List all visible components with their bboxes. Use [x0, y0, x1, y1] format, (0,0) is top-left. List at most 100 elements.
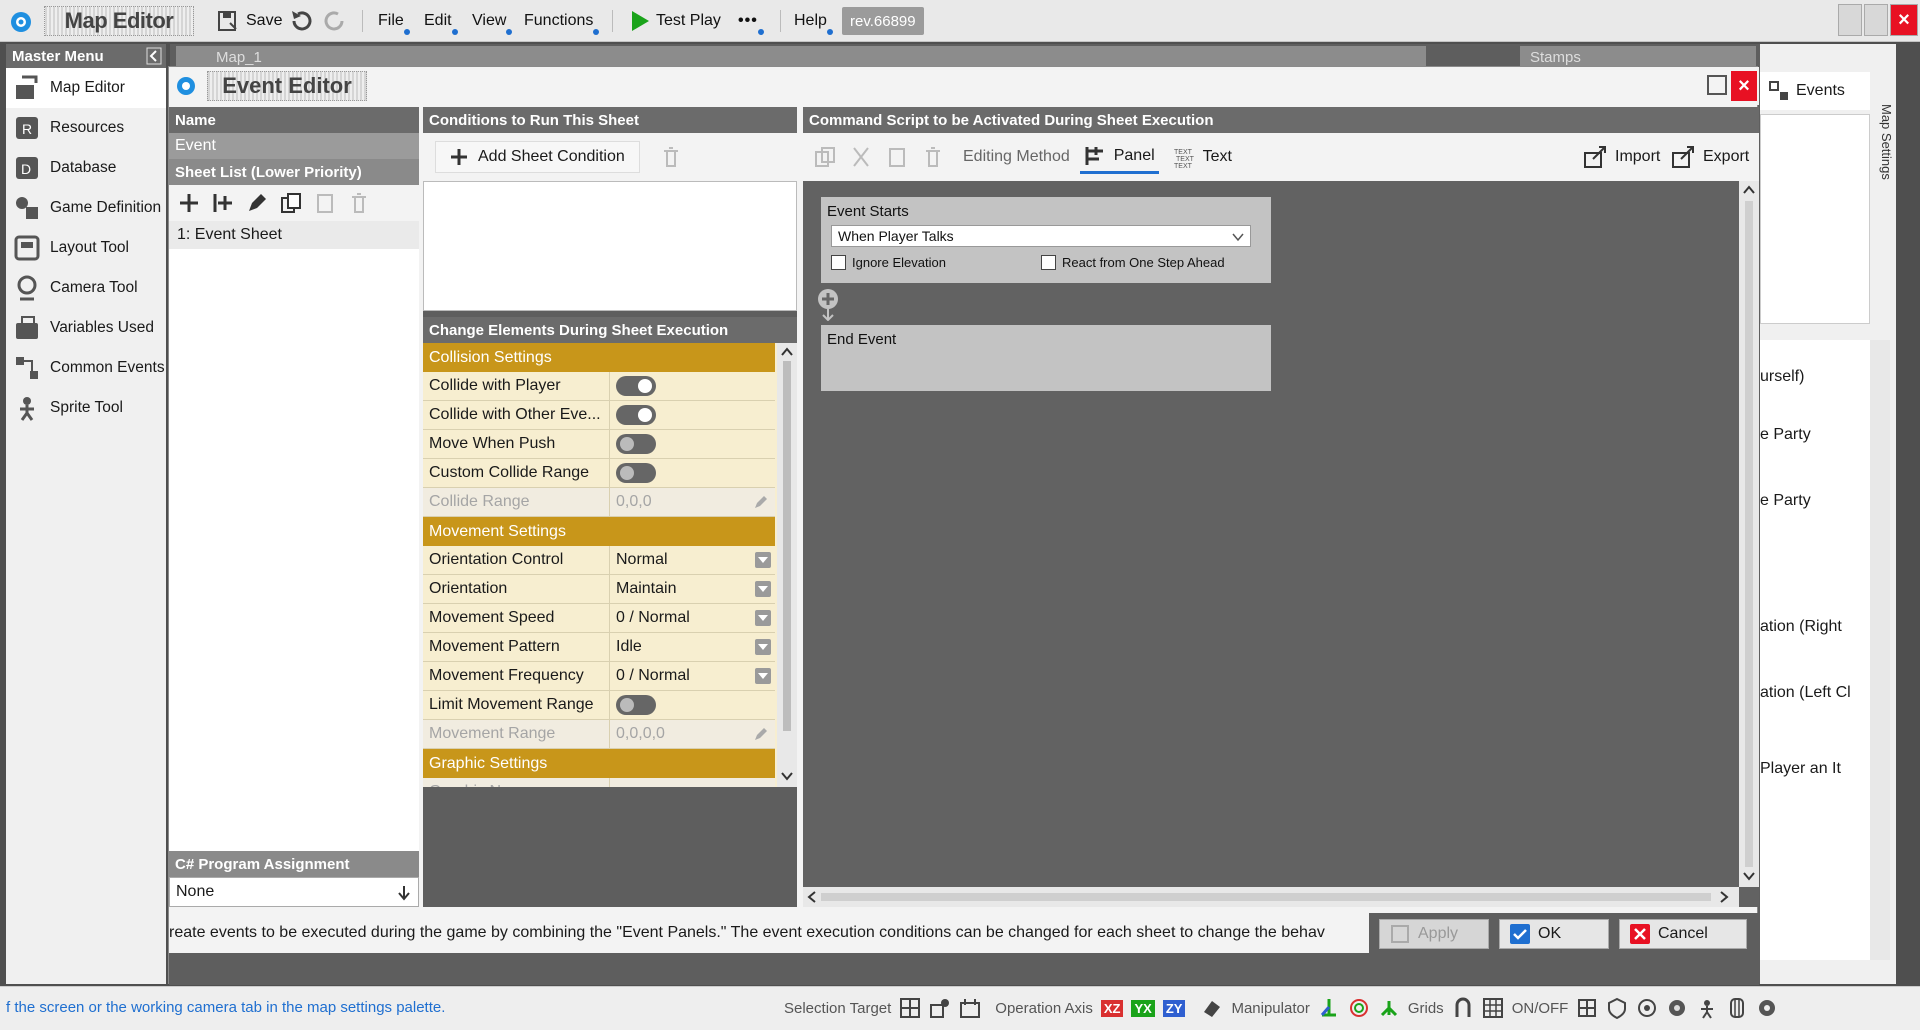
master-item-map-editor[interactable]: Map Editor: [6, 68, 166, 108]
scroll-up-icon[interactable]: [781, 347, 793, 357]
import-button[interactable]: Import: [1583, 141, 1660, 173]
more-button[interactable]: •••: [734, 6, 764, 36]
test-play-button[interactable]: Test Play: [626, 6, 725, 36]
csharp-program-select[interactable]: None: [169, 877, 419, 907]
events-scrollbar[interactable]: [1870, 340, 1890, 960]
script-vscrollbar[interactable]: [1739, 181, 1759, 887]
axis-zy-button[interactable]: ZY: [1162, 999, 1186, 1017]
save-button[interactable]: Save: [212, 6, 286, 36]
panel-mode-tab[interactable]: Panel: [1079, 140, 1159, 174]
maximize-button[interactable]: [1864, 4, 1888, 36]
camera-icon[interactable]: [1636, 997, 1658, 1019]
event-list-item[interactable]: e Party: [1760, 426, 1811, 444]
event-list-item[interactable]: ation (Left Cl: [1760, 684, 1870, 702]
menu-edit[interactable]: Edit: [420, 6, 458, 36]
minimize-button[interactable]: [1838, 4, 1862, 36]
scroll-down-icon[interactable]: [781, 771, 793, 781]
menu-view[interactable]: View: [468, 6, 513, 36]
container-icon[interactable]: [1726, 997, 1748, 1019]
end-event-panel[interactable]: End Event: [821, 325, 1271, 391]
axis-xz-button[interactable]: XZ: [1100, 999, 1124, 1017]
movement-settings-section[interactable]: Movement Settings: [423, 517, 775, 546]
scroll-right-icon[interactable]: [1719, 891, 1729, 903]
master-item-sprite-tool[interactable]: Sprite Tool: [6, 388, 166, 428]
editor-maximize-button[interactable]: [1707, 75, 1727, 95]
paste-sheet-icon[interactable]: [313, 191, 337, 215]
master-item-resources[interactable]: R Resources: [6, 108, 166, 148]
react-one-step-checkbox[interactable]: React from One Step Ahead: [1041, 255, 1225, 270]
axis-yx-button[interactable]: YX: [1131, 999, 1155, 1017]
select-object-icon[interactable]: [929, 997, 951, 1019]
move-manipulator-icon[interactable]: [1318, 997, 1340, 1019]
paste-icon[interactable]: [885, 145, 909, 169]
sheet-list-item[interactable]: 1: Event Sheet: [169, 221, 419, 249]
add-sheet-icon[interactable]: [177, 191, 201, 215]
apply-button[interactable]: Apply: [1379, 919, 1489, 949]
add-sheet-condition-button[interactable]: Add Sheet Condition: [435, 141, 640, 173]
ignore-elevation-checkbox[interactable]: Ignore Elevation: [831, 255, 946, 270]
event-list-item[interactable]: urself): [1760, 368, 1804, 386]
redo-icon[interactable]: [322, 9, 348, 33]
delete-panel-icon[interactable]: [921, 145, 945, 169]
editor-close-button[interactable]: ×: [1731, 71, 1757, 101]
event-list-item[interactable]: ation (Right: [1760, 618, 1870, 636]
scroll-up-icon[interactable]: [1743, 185, 1755, 195]
select-event-icon[interactable]: [959, 997, 981, 1019]
collide-with-player-toggle[interactable]: [616, 376, 656, 396]
stamps-tab[interactable]: Stamps: [1520, 46, 1756, 68]
map-tab[interactable]: Map_1: [176, 46, 1426, 68]
master-item-game-definition[interactable]: Game Definition: [6, 188, 166, 228]
character-icon[interactable]: [1696, 997, 1718, 1019]
shield-icon[interactable]: [1606, 997, 1628, 1019]
edit-sheet-icon[interactable]: [245, 191, 269, 215]
light-icon[interactable]: [1666, 997, 1688, 1019]
app-close-button[interactable]: ×: [1890, 4, 1918, 36]
menu-help[interactable]: Help: [790, 6, 833, 36]
text-mode-tab[interactable]: TEXT TEXT TEXT Text: [1169, 140, 1236, 174]
map-settings-tab[interactable]: Map Settings: [1874, 104, 1894, 214]
select-grid-icon[interactable]: [899, 997, 921, 1019]
scroll-left-icon[interactable]: [807, 891, 817, 903]
master-item-camera-tool[interactable]: Camera Tool: [6, 268, 166, 308]
event-starts-select[interactable]: When Player Talks: [831, 225, 1251, 247]
property-scrollbar[interactable]: [777, 343, 797, 787]
custom-collide-range-toggle[interactable]: [616, 463, 656, 483]
delete-sheet-icon[interactable]: [347, 191, 371, 215]
undo-icon[interactable]: [288, 9, 314, 33]
event-starts-panel[interactable]: Event Starts When Player Talks Ignore El…: [821, 197, 1271, 283]
export-button[interactable]: Export: [1671, 141, 1749, 173]
scale-manipulator-icon[interactable]: [1378, 997, 1400, 1019]
menu-functions[interactable]: Functions: [520, 6, 600, 36]
event-list-item[interactable]: e Party: [1760, 492, 1811, 510]
layers-icon[interactable]: [1576, 997, 1598, 1019]
events-tab[interactable]: Events: [1760, 72, 1870, 110]
collide-with-other-toggle[interactable]: [616, 405, 656, 425]
insert-sheet-icon[interactable]: [211, 191, 235, 215]
cut-icon[interactable]: [849, 145, 873, 169]
grid-magnet-icon[interactable]: [1452, 997, 1474, 1019]
collision-settings-section[interactable]: Collision Settings: [423, 343, 775, 372]
collapse-icon[interactable]: [146, 47, 162, 65]
ok-button[interactable]: OK: [1499, 919, 1609, 949]
graphic-settings-section[interactable]: Graphic Settings: [423, 749, 775, 778]
settings-icon[interactable]: [1756, 997, 1778, 1019]
event-name-field[interactable]: Event: [169, 133, 419, 159]
copy-sheet-icon[interactable]: [279, 191, 303, 215]
master-item-variables-used[interactable]: Variables Used: [6, 308, 166, 348]
rotate-manipulator-icon[interactable]: [1348, 997, 1370, 1019]
master-item-layout-tool[interactable]: Layout Tool: [6, 228, 166, 268]
grid-icon[interactable]: [1482, 997, 1504, 1019]
scroll-down-icon[interactable]: [1743, 871, 1755, 881]
move-when-push-toggle[interactable]: [616, 434, 656, 454]
cancel-button[interactable]: Cancel: [1619, 919, 1747, 949]
event-list-item[interactable]: Player an It: [1760, 760, 1870, 778]
limit-movement-range-toggle[interactable]: [616, 695, 656, 715]
copy-panel-icon[interactable]: [813, 145, 837, 169]
add-panel-icon[interactable]: [813, 287, 843, 321]
menu-file[interactable]: File: [374, 6, 410, 36]
delete-condition-icon[interactable]: [660, 146, 682, 168]
master-item-common-events[interactable]: Common Events: [6, 348, 166, 388]
script-hscrollbar[interactable]: [803, 887, 1739, 907]
eraser-icon[interactable]: [1201, 997, 1223, 1019]
master-item-database[interactable]: D Database: [6, 148, 166, 188]
